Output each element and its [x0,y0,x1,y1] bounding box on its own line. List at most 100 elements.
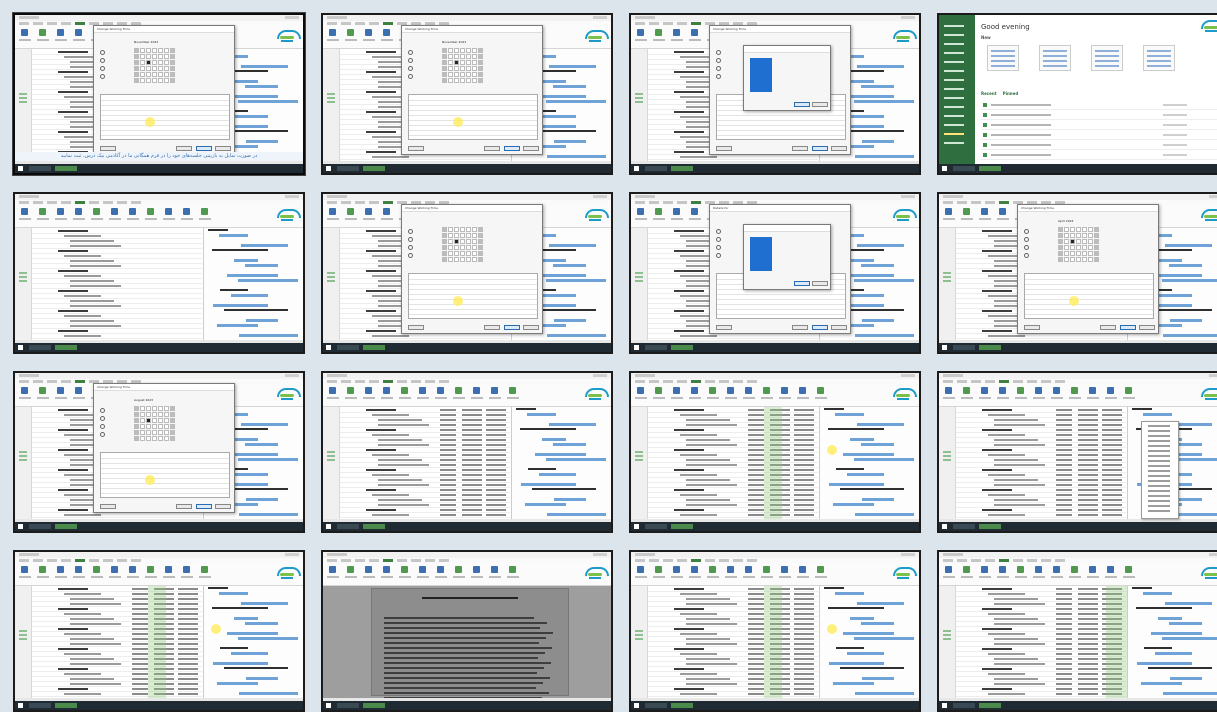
thumbnail-t8[interactable]: Change Working Time April 2024 [937,192,1217,354]
calendar-day[interactable] [146,424,151,429]
menu-item[interactable] [1148,510,1170,512]
quick-access-toolbar[interactable] [943,195,963,198]
options-button[interactable] [484,325,500,330]
calendar-day[interactable] [152,66,157,71]
menu-tab[interactable] [677,380,687,383]
calendar-day[interactable] [472,257,477,262]
recent-file-row[interactable] [981,141,1217,150]
ribbon-button-icon[interactable] [945,208,952,215]
ribbon-button-icon[interactable] [57,387,64,394]
quick-access-toolbar[interactable] [327,195,347,198]
ribbon-button-icon[interactable] [655,208,662,215]
ribbon-button-icon[interactable] [999,208,1006,215]
calendar-day[interactable] [1070,245,1075,250]
calendar-day[interactable] [460,48,465,53]
calendar-day[interactable] [478,66,483,71]
ribbon-button-icon[interactable] [473,566,480,573]
nav-item[interactable] [944,79,964,81]
calendar-day[interactable] [454,66,459,71]
cancel-button[interactable] [215,146,231,151]
menu-tab[interactable] [89,201,99,204]
calendar-day[interactable] [152,72,157,77]
calendar-day[interactable] [1094,227,1099,232]
thumbnail-t10[interactable] [321,371,613,533]
menu-tab[interactable] [943,380,953,383]
calendar-day[interactable] [454,257,459,262]
taskbar-app-project[interactable] [363,524,385,529]
taskbar-app-project[interactable] [979,345,1001,350]
ribbon-button-icon[interactable] [75,566,82,573]
menu-tab[interactable] [61,559,71,562]
calendar-day[interactable] [152,48,157,53]
ribbon-button-icon[interactable] [473,387,480,394]
calendar-day[interactable] [1058,233,1063,238]
recent-file-row[interactable] [981,111,1217,120]
calendar-day[interactable] [140,430,145,435]
window-controls[interactable] [593,16,607,19]
calendar-day[interactable] [146,54,151,59]
calendar-day[interactable] [466,227,471,232]
calendar-day[interactable] [146,430,151,435]
ribbon-button-icon[interactable] [75,208,82,215]
calendar-day[interactable] [140,406,145,411]
calendar-day[interactable] [1064,227,1069,232]
calendar-day[interactable] [170,406,175,411]
calendar-day[interactable] [454,60,459,65]
ok-button[interactable] [504,146,520,151]
menu-tab[interactable] [439,380,449,383]
calendar-day[interactable] [442,257,447,262]
menu-tab[interactable] [733,559,743,562]
window-controls[interactable] [1209,195,1217,198]
menu-tab[interactable] [355,559,365,562]
taskbar-app[interactable] [29,166,51,171]
calendar-day[interactable] [478,78,483,83]
start-icon[interactable] [942,345,947,350]
calendar-day[interactable] [466,60,471,65]
calendar-day[interactable] [1094,245,1099,250]
ribbon-button-icon[interactable] [21,387,28,394]
calendar-day[interactable] [460,239,465,244]
menu-tab[interactable] [663,22,673,25]
calendar-day[interactable] [1070,239,1075,244]
calendar-day[interactable] [1064,233,1069,238]
ribbon-button-icon[interactable] [111,208,118,215]
calendar-day[interactable] [478,251,483,256]
window-controls[interactable] [593,374,607,377]
menu-tab[interactable] [425,559,435,562]
calendar-day[interactable] [460,54,465,59]
menu-tab[interactable] [1027,559,1037,562]
calendar-day[interactable] [164,72,169,77]
calendar-day[interactable] [146,66,151,71]
menu-tab[interactable] [369,201,379,204]
calendar-day[interactable] [140,78,145,83]
menu-tab[interactable] [943,201,953,204]
menu-tab[interactable] [327,22,337,25]
menu-tab[interactable] [327,201,337,204]
menu-tab[interactable] [957,380,967,383]
calendar-day[interactable] [140,54,145,59]
start-icon[interactable] [634,703,639,708]
calendar-day[interactable] [146,418,151,423]
ribbon-button-icon[interactable] [709,566,716,573]
calendar-day[interactable] [442,251,447,256]
ribbon-button-icon[interactable] [21,566,28,573]
menu-tab[interactable] [411,559,421,562]
ribbon-button-icon[interactable] [347,566,354,573]
menu-tab[interactable] [943,559,953,562]
taskbar-app-project[interactable] [363,703,385,708]
ribbon-button-icon[interactable] [1125,566,1132,573]
calendar-day[interactable] [1058,239,1063,244]
calendar-day[interactable] [466,251,471,256]
menu-tab[interactable] [985,559,995,562]
menu-tab[interactable] [341,201,351,204]
window-controls[interactable] [285,16,299,19]
window-controls[interactable] [1209,553,1217,556]
thumbnail-t1[interactable]: Change Working Time November 2023 در صورت … [13,13,305,175]
calendar-day[interactable] [472,227,477,232]
ok-button[interactable] [812,146,828,151]
calendar-day[interactable] [1094,251,1099,256]
menu-item[interactable] [1148,435,1170,437]
calendar-day[interactable] [454,245,459,250]
ribbon-button-icon[interactable] [455,387,462,394]
calendar-day[interactable] [472,233,477,238]
